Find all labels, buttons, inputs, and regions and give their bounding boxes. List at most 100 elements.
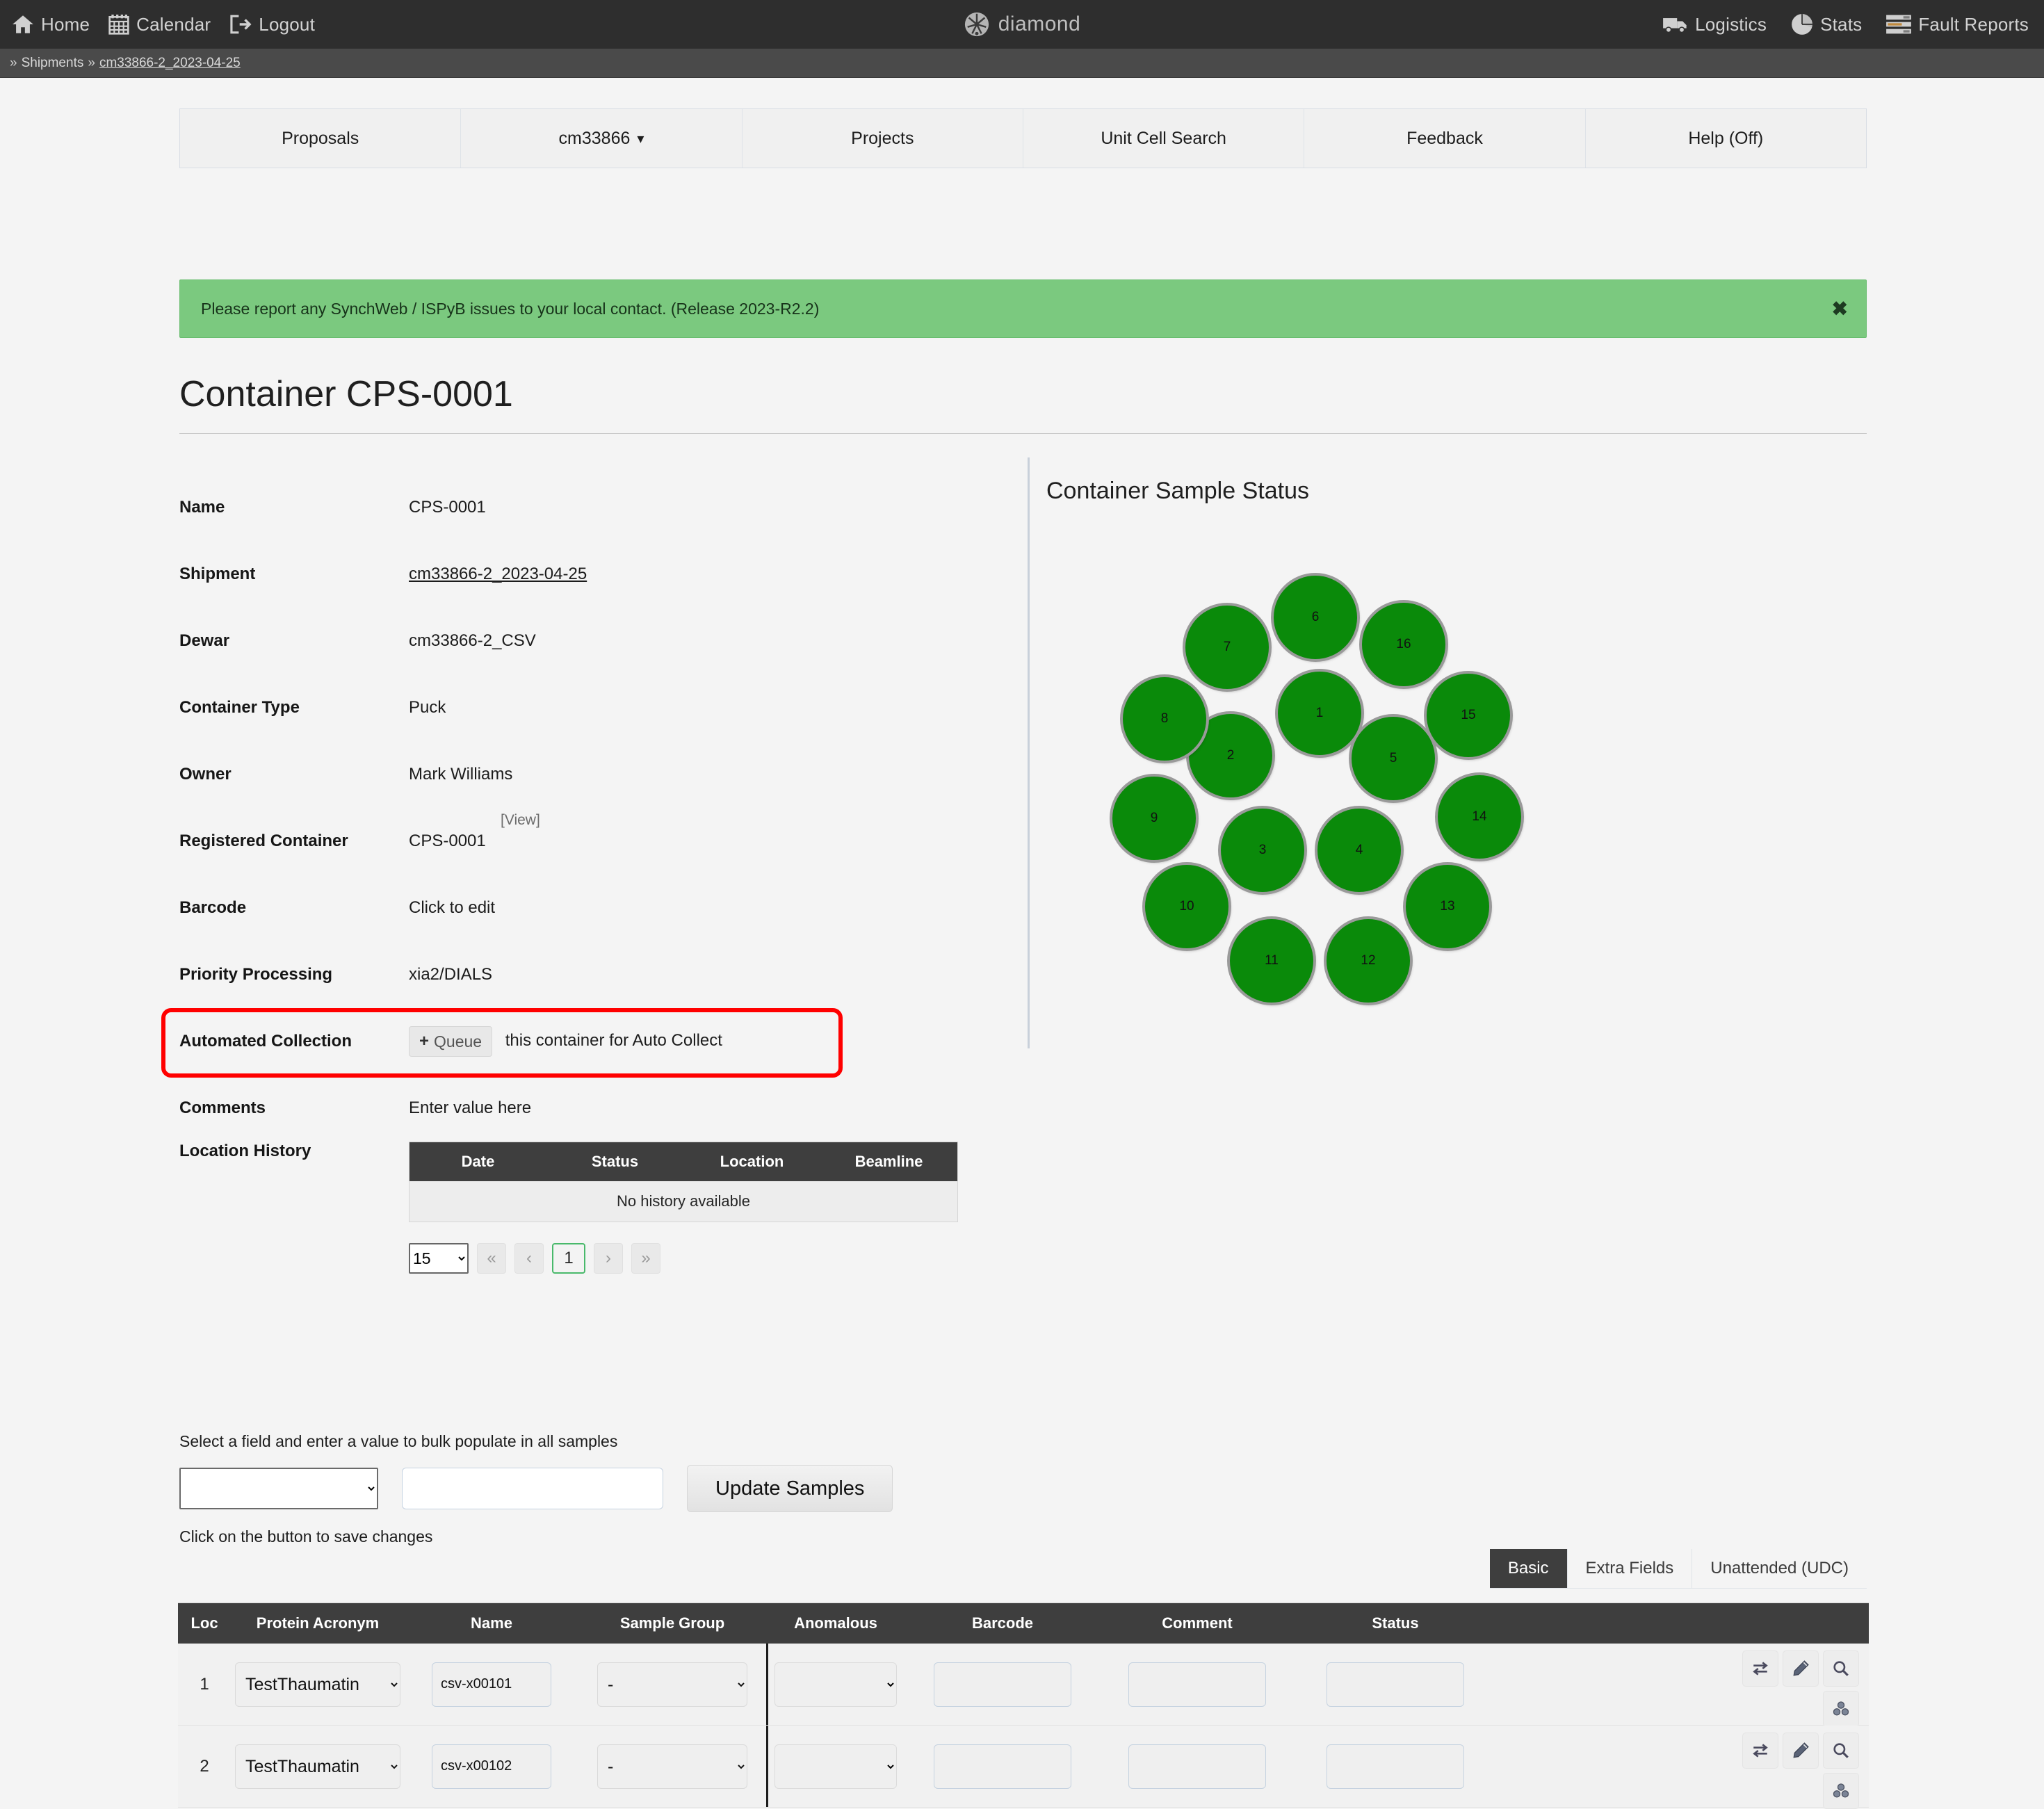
bulk-field-select[interactable] xyxy=(179,1468,378,1509)
nav-home-label: Home xyxy=(41,13,90,35)
container-detail-list: Name CPS-0001 Shipment cm33866-2_2023-04… xyxy=(179,474,1000,1281)
nav-tab-unit-cell-search[interactable]: Unit Cell Search xyxy=(1023,109,1305,168)
transfer-icon[interactable] xyxy=(1742,1733,1778,1769)
queue-auto-collect-suffix: this container for Auto Collect xyxy=(505,1031,722,1050)
location-history-col-date: Date xyxy=(461,1153,495,1170)
detail-row-priority-processing: Priority Processing xia2/DIALS xyxy=(179,941,1000,1008)
breadcrumb-item-shipments[interactable]: Shipments xyxy=(22,56,84,71)
queue-auto-collect-button[interactable]: + Queue xyxy=(409,1026,493,1057)
location-history-col-status: Status xyxy=(591,1153,639,1170)
sample-comment-input[interactable] xyxy=(1128,1662,1266,1707)
puck-well-label: 14 xyxy=(1472,809,1487,824)
tab-extra-fields-label: Extra Fields xyxy=(1585,1559,1674,1577)
nav-home[interactable]: Home xyxy=(11,13,90,36)
detail-row-shipment: Shipment cm33866-2_2023-04-25 xyxy=(179,541,1000,608)
protein-acronym-select[interactable]: TestThaumatin xyxy=(235,1744,400,1789)
puck-well-8[interactable]: 8 xyxy=(1123,677,1206,761)
tab-basic[interactable]: Basic xyxy=(1489,1549,1568,1588)
sample-name-input[interactable] xyxy=(432,1744,551,1789)
bulk-value-input[interactable] xyxy=(402,1468,663,1509)
pagination-next-button[interactable]: › xyxy=(594,1243,623,1274)
sample-barcode-input[interactable] xyxy=(934,1662,1071,1707)
nav-logistics[interactable]: Logistics xyxy=(1662,14,1767,35)
nav-tab-projects[interactable]: Projects xyxy=(742,109,1023,168)
puck-well-16[interactable]: 16 xyxy=(1362,603,1445,686)
sample-comment-input[interactable] xyxy=(1128,1744,1266,1789)
puck-well-15[interactable]: 15 xyxy=(1427,674,1510,757)
puck-well-13[interactable]: 13 xyxy=(1406,865,1489,948)
nav-stats[interactable]: Stats xyxy=(1790,13,1862,36)
detail-label-name: Name xyxy=(179,498,225,517)
search-icon[interactable] xyxy=(1823,1650,1859,1687)
puck-well-label: 13 xyxy=(1440,899,1455,914)
location-history-col-beamline: Beamline xyxy=(854,1153,923,1170)
nav-calendar[interactable]: Calendar xyxy=(108,13,211,35)
puck-well-label: 7 xyxy=(1223,640,1231,654)
search-icon[interactable] xyxy=(1823,1733,1859,1769)
pagination-current-page[interactable]: 1 xyxy=(552,1243,585,1274)
tab-unattended-udc-label: Unattended (UDC) xyxy=(1710,1559,1849,1577)
logout-icon xyxy=(229,14,252,35)
topbar-right-group: Logistics Stats Fault Reports xyxy=(1662,0,2029,49)
sample-status-input[interactable] xyxy=(1327,1662,1464,1707)
nav-tab-proposal-selector[interactable]: cm33866 ▾ xyxy=(461,109,743,168)
view-registered-container-link[interactable]: [View] xyxy=(501,812,540,829)
puck-well-6[interactable]: 6 xyxy=(1274,576,1357,659)
puck-well-9[interactable]: 9 xyxy=(1112,777,1196,860)
detail-value-barcode[interactable]: Click to edit xyxy=(409,898,495,918)
tab-extra-fields[interactable]: Extra Fields xyxy=(1567,1549,1693,1588)
sample-name-input[interactable] xyxy=(432,1662,551,1707)
sample-status-input[interactable] xyxy=(1327,1744,1464,1789)
puck-well-3[interactable]: 3 xyxy=(1221,809,1304,892)
puck-well-12[interactable]: 12 xyxy=(1327,919,1410,1003)
detail-value-comments[interactable]: Enter value here xyxy=(409,1098,531,1118)
close-icon[interactable]: ✖ xyxy=(1832,298,1848,321)
breadcrumb-item-shipment[interactable]: cm33866-2_2023-04-25 xyxy=(99,56,241,71)
puck-well-4[interactable]: 4 xyxy=(1317,809,1401,892)
edit-icon[interactable] xyxy=(1783,1650,1819,1687)
nav-fault-reports[interactable]: Fault Reports xyxy=(1885,13,2029,35)
sample-group-select[interactable]: - xyxy=(597,1662,747,1707)
brand-name: diamond xyxy=(998,13,1081,35)
detail-value-shipment-link[interactable]: cm33866-2_2023-04-25 xyxy=(409,565,587,583)
protein-acronym-select[interactable]: TestThaumatin xyxy=(235,1662,400,1707)
table-group-divider xyxy=(766,1644,768,1725)
puck-well-5[interactable]: 5 xyxy=(1352,717,1435,800)
diamond-logo-icon xyxy=(964,11,990,38)
sample-group-select[interactable]: - xyxy=(597,1744,747,1789)
puck-well-7[interactable]: 7 xyxy=(1185,606,1269,689)
alert-message: Please report any SynchWeb / ISPyB issue… xyxy=(201,299,820,318)
nav-tab-proposals[interactable]: Proposals xyxy=(180,109,462,168)
edit-icon[interactable] xyxy=(1783,1733,1819,1769)
puck-well-10[interactable]: 10 xyxy=(1145,865,1228,948)
anomalous-select[interactable] xyxy=(774,1744,897,1789)
puck-well-14[interactable]: 14 xyxy=(1438,775,1521,859)
detail-label-registered-container: Registered Container xyxy=(179,832,348,850)
nav-tab-feedback[interactable]: Feedback xyxy=(1304,109,1586,168)
sample-group-icon[interactable] xyxy=(1823,1773,1859,1809)
detail-row-owner: Owner Mark Williams xyxy=(179,741,1000,808)
pagination-last-button[interactable]: » xyxy=(631,1243,660,1274)
nav-logout[interactable]: Logout xyxy=(229,14,315,35)
samples-table-header: Loc Protein Acronym Name Sample Group An… xyxy=(178,1603,1869,1644)
anomalous-select[interactable] xyxy=(774,1662,897,1707)
update-samples-button[interactable]: Update Samples xyxy=(687,1465,893,1512)
sample-barcode-input[interactable] xyxy=(934,1744,1071,1789)
row-actions xyxy=(1727,1650,1859,1727)
pagination-first-button[interactable]: « xyxy=(477,1243,506,1274)
container-sample-status-title: Container Sample Status xyxy=(1046,478,1309,504)
detail-row-barcode: Barcode Click to edit xyxy=(179,875,1000,941)
puck-well-11[interactable]: 11 xyxy=(1230,919,1313,1003)
bulk-populate-hint: Select a field and enter a value to bulk… xyxy=(179,1432,618,1450)
page-size-select[interactable]: 15 xyxy=(409,1243,469,1274)
nav-tab-help[interactable]: Help (Off) xyxy=(1585,109,1866,168)
sample-group-icon[interactable] xyxy=(1823,1691,1859,1727)
puck-well-1[interactable]: 1 xyxy=(1278,672,1361,755)
puck-well-label: 1 xyxy=(1315,706,1324,720)
bulk-populate-controls: Update Samples xyxy=(179,1465,1083,1512)
transfer-icon[interactable] xyxy=(1742,1650,1778,1687)
pagination-prev-button[interactable]: ‹ xyxy=(514,1243,544,1274)
tab-unattended-udc[interactable]: Unattended (UDC) xyxy=(1692,1549,1867,1588)
samples-col-protein-acronym: Protein Acronym xyxy=(256,1614,380,1632)
detail-label-shipment: Shipment xyxy=(179,565,256,583)
